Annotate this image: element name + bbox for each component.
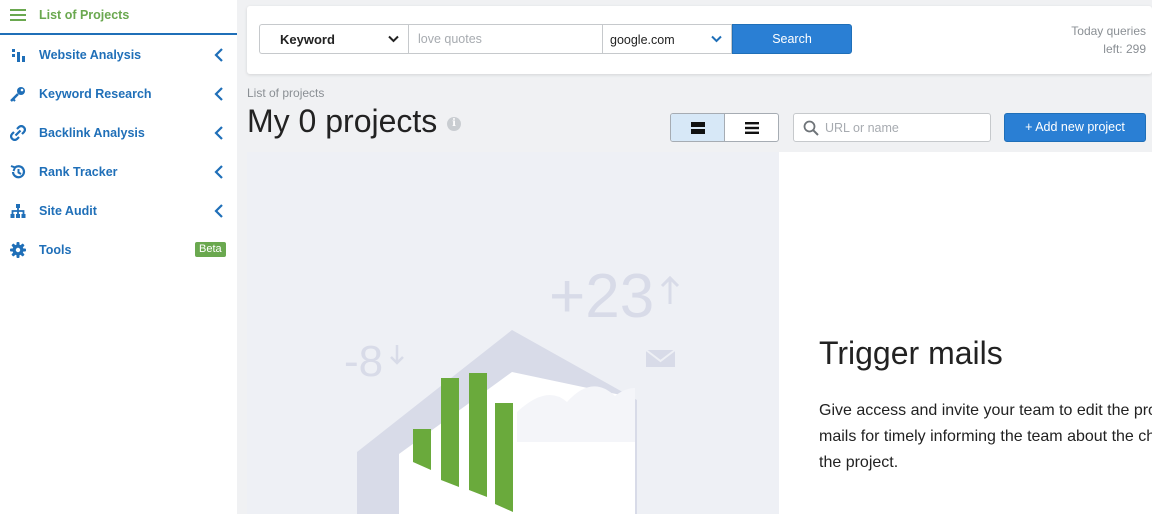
query-placeholder: love quotes — [418, 32, 482, 46]
sidebar-item-label: Tools — [39, 242, 72, 257]
sidebar-item-rank-tracker[interactable]: Rank Tracker — [0, 152, 237, 191]
sitemap-icon — [9, 202, 26, 219]
sidebar-item-label: Website Analysis — [39, 47, 142, 62]
chevron-down-icon — [388, 35, 399, 43]
list-view-icon — [745, 121, 759, 134]
chevron-left-icon — [214, 164, 223, 179]
up-arrow-icon — [660, 275, 680, 304]
quota-line: Today queries — [1071, 24, 1146, 38]
search-mode-select[interactable]: Keyword — [259, 24, 408, 54]
link-icon — [9, 124, 26, 141]
sidebar-item-backlink-analysis[interactable]: Backlink Analysis — [0, 113, 237, 152]
promo-panel: Trigger mails Give access and invite you… — [779, 152, 1152, 514]
sidebar-item-label: List of Projects — [39, 7, 130, 22]
card-view-button[interactable] — [671, 114, 725, 141]
breadcrumb[interactable]: List of projects — [247, 86, 324, 100]
view-toggle — [670, 113, 779, 142]
down-arrow-icon — [390, 345, 404, 365]
query-input[interactable]: love quotes — [408, 24, 602, 54]
project-search-input[interactable]: URL or name — [793, 113, 991, 142]
empty-state-illustration: +23 -8 — [247, 152, 779, 514]
project-search-placeholder: URL or name — [825, 121, 899, 135]
sidebar-item-keyword-research[interactable]: Keyword Research — [0, 74, 237, 113]
search-icon — [803, 120, 819, 136]
queries-left-counter: Today queries left: 299 — [1071, 22, 1146, 58]
bar-chart-icon — [9, 46, 26, 63]
sidebar-item-label: Keyword Research — [39, 86, 152, 101]
list-view-button[interactable] — [725, 114, 778, 141]
info-icon[interactable]: i — [447, 117, 461, 131]
sidebar: List of Projects Website Analysis Keywor… — [0, 0, 237, 514]
rank-down-value: -8 — [344, 337, 384, 386]
chevron-down-icon — [711, 35, 722, 43]
search-engine-select[interactable]: google.com — [602, 24, 732, 54]
chevron-left-icon — [214, 47, 223, 62]
quota-line: left: 299 — [1103, 42, 1146, 56]
rank-up-value: +23 — [549, 262, 655, 331]
chevron-left-icon — [214, 203, 223, 218]
sidebar-item-list-of-projects[interactable]: List of Projects — [0, 0, 237, 34]
sidebar-item-website-analysis[interactable]: Website Analysis — [0, 35, 237, 74]
hamburger-menu-icon — [9, 6, 26, 23]
beta-badge: Beta — [195, 242, 226, 257]
sidebar-item-site-audit[interactable]: Site Audit — [0, 191, 237, 230]
history-icon — [9, 163, 26, 180]
search-button[interactable]: Search — [732, 24, 852, 54]
sidebar-item-label: Rank Tracker — [39, 164, 118, 179]
chevron-left-icon — [214, 86, 223, 101]
sidebar-item-label: Backlink Analysis — [39, 125, 145, 140]
sidebar-item-label: Site Audit — [39, 203, 97, 218]
search-mode-value: Keyword — [280, 32, 335, 47]
gear-icon — [9, 241, 26, 258]
promo-title: Trigger mails — [819, 335, 1003, 371]
key-icon — [9, 85, 26, 102]
search-engine-value: google.com — [610, 33, 675, 47]
envelope-icon — [645, 349, 676, 367]
chevron-left-icon — [214, 125, 223, 140]
page-title: My 0 projects — [247, 103, 438, 139]
search-card: Keyword love quotes google.com Search To… — [247, 6, 1152, 74]
promo-text: Give access and invite your team to edit… — [819, 402, 1152, 471]
growth-illustration — [357, 275, 680, 514]
add-new-project-button[interactable]: + Add new project — [1004, 113, 1146, 142]
card-view-icon — [690, 121, 705, 134]
